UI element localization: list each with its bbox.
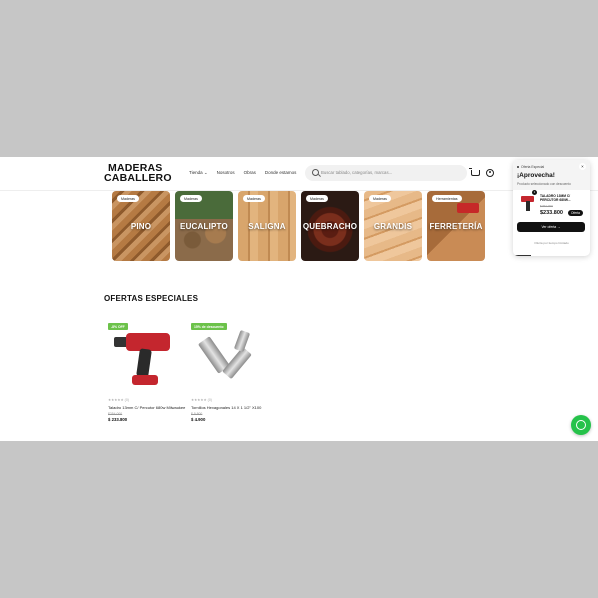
popup-subtitle: Producto seleccionado con descuento <box>517 182 571 186</box>
category-badge: Herramientas <box>432 195 462 202</box>
main-nav: Tienda ⌄ Nosotros Obras Donde estamos <box>189 170 296 176</box>
category-card-ferreteria[interactable]: Herramientas FERRETERÍA <box>427 191 485 261</box>
category-card-quebracho[interactable]: Maderas QUEBRACHO <box>301 191 359 261</box>
popup-price: $233.800 <box>540 210 563 216</box>
discount-badge: -8% OFF <box>108 323 128 330</box>
nav-item-obras[interactable]: Obras <box>244 170 256 176</box>
popup-footer: Oferta por tiempo limitado <box>534 241 569 245</box>
popup-kicker: Oferta Especial <box>517 165 544 169</box>
product-card[interactable]: 15% de descuento ★★★★★ (0) Tornillos Hex… <box>191 323 271 422</box>
category-badge: Maderas <box>117 195 139 202</box>
product-name[interactable]: Tornillos Hexagonales 14 X 1 1/2" X100 <box>191 405 271 410</box>
page: MADERAS CABALLERO Tienda ⌄ Nosotros Obra… <box>0 157 598 441</box>
product-card[interactable]: -8% OFF ★★★★★ (0) Taladro 13mm C/ Percut… <box>108 323 188 422</box>
category-badge: Maderas <box>369 195 391 202</box>
whatsapp-icon <box>576 420 586 430</box>
category-grid: Maderas PINO Maderas EUCALIPTO Maderas S… <box>112 191 485 261</box>
quantity-badge: 1 <box>532 190 537 195</box>
category-name: GRANDIS <box>373 222 413 231</box>
category-name: EUCALIPTO <box>180 222 228 231</box>
old-price: $ 5.800 <box>191 412 203 416</box>
drill-base <box>132 375 158 385</box>
price: $ 233.800 <box>108 417 128 422</box>
screw-shape <box>233 329 251 353</box>
whatsapp-button[interactable] <box>571 415 591 435</box>
offer-tag: Oferta <box>568 210 583 216</box>
category-name: PINO <box>130 222 152 231</box>
category-name: SALIGNA <box>248 222 286 231</box>
user-icon[interactable] <box>486 169 494 177</box>
search-icon <box>312 169 319 176</box>
category-card-grandis[interactable]: Maderas GRANDIS <box>364 191 422 261</box>
rating-stars: ★★★★★ (0) <box>108 398 129 402</box>
search-input[interactable]: Buscar tablado, categorías, marcas... <box>321 170 392 175</box>
category-badge: Maderas <box>306 195 328 202</box>
cart-icon[interactable] <box>469 168 480 176</box>
site-header: MADERAS CABALLERO Tienda ⌄ Nosotros Obra… <box>0 157 598 191</box>
rating-stars: ★★★★★ (0) <box>191 398 212 402</box>
drill-handle <box>526 201 530 211</box>
product-image[interactable]: 15% de descuento <box>191 323 271 395</box>
popup-product-thumb[interactable] <box>518 193 536 213</box>
view-offer-button[interactable]: Ver oferta → <box>517 222 585 232</box>
brand-line-2: CABALLERO <box>104 172 172 184</box>
category-card-saligna[interactable]: Maderas SALIGNA <box>238 191 296 261</box>
category-badge: Maderas <box>243 195 265 202</box>
product-image[interactable]: -8% OFF <box>108 323 188 395</box>
category-card-eucalipto[interactable]: Maderas EUCALIPTO <box>175 191 233 261</box>
product-name[interactable]: Taladro 13mm C/ Percutor 680w Milwaukee <box>108 405 188 410</box>
close-icon[interactable]: × <box>579 163 586 170</box>
nav-item-nosotros[interactable]: Nosotros <box>217 170 235 176</box>
category-badge: Maderas <box>180 195 202 202</box>
discount-badge: 15% de descuento <box>191 323 227 330</box>
search-bar[interactable]: Buscar tablado, categorías, marcas... <box>305 165 467 181</box>
price: $ 4.900 <box>191 417 206 422</box>
brand-logo[interactable]: MADERAS CABALLERO <box>104 163 172 184</box>
nav-item-tienda[interactable]: Tienda ⌄ <box>189 170 208 176</box>
timer-progress-bar <box>513 254 531 256</box>
category-name: QUEBRACHO <box>302 222 358 231</box>
drill-body <box>126 333 170 351</box>
popup-old-price: $254.000 <box>540 204 553 208</box>
offer-popup: Oferta Especial × ¡Aprovecha! Producto s… <box>513 160 590 256</box>
old-price: $254.000 <box>108 412 123 416</box>
popup-headline: ¡Aprovecha! <box>517 172 555 179</box>
nav-item-donde-estamos[interactable]: Donde estamos <box>265 170 297 176</box>
category-name: FERRETERÍA <box>429 222 483 231</box>
popup-product-name[interactable]: TALADRO 13MM C/ PERCUTOR 680W... <box>540 194 587 202</box>
drill-handle <box>136 348 152 378</box>
tool-image <box>457 203 479 213</box>
category-card-pino[interactable]: Maderas PINO <box>112 191 170 261</box>
section-title: OFERTAS ESPECIALES <box>104 294 199 303</box>
